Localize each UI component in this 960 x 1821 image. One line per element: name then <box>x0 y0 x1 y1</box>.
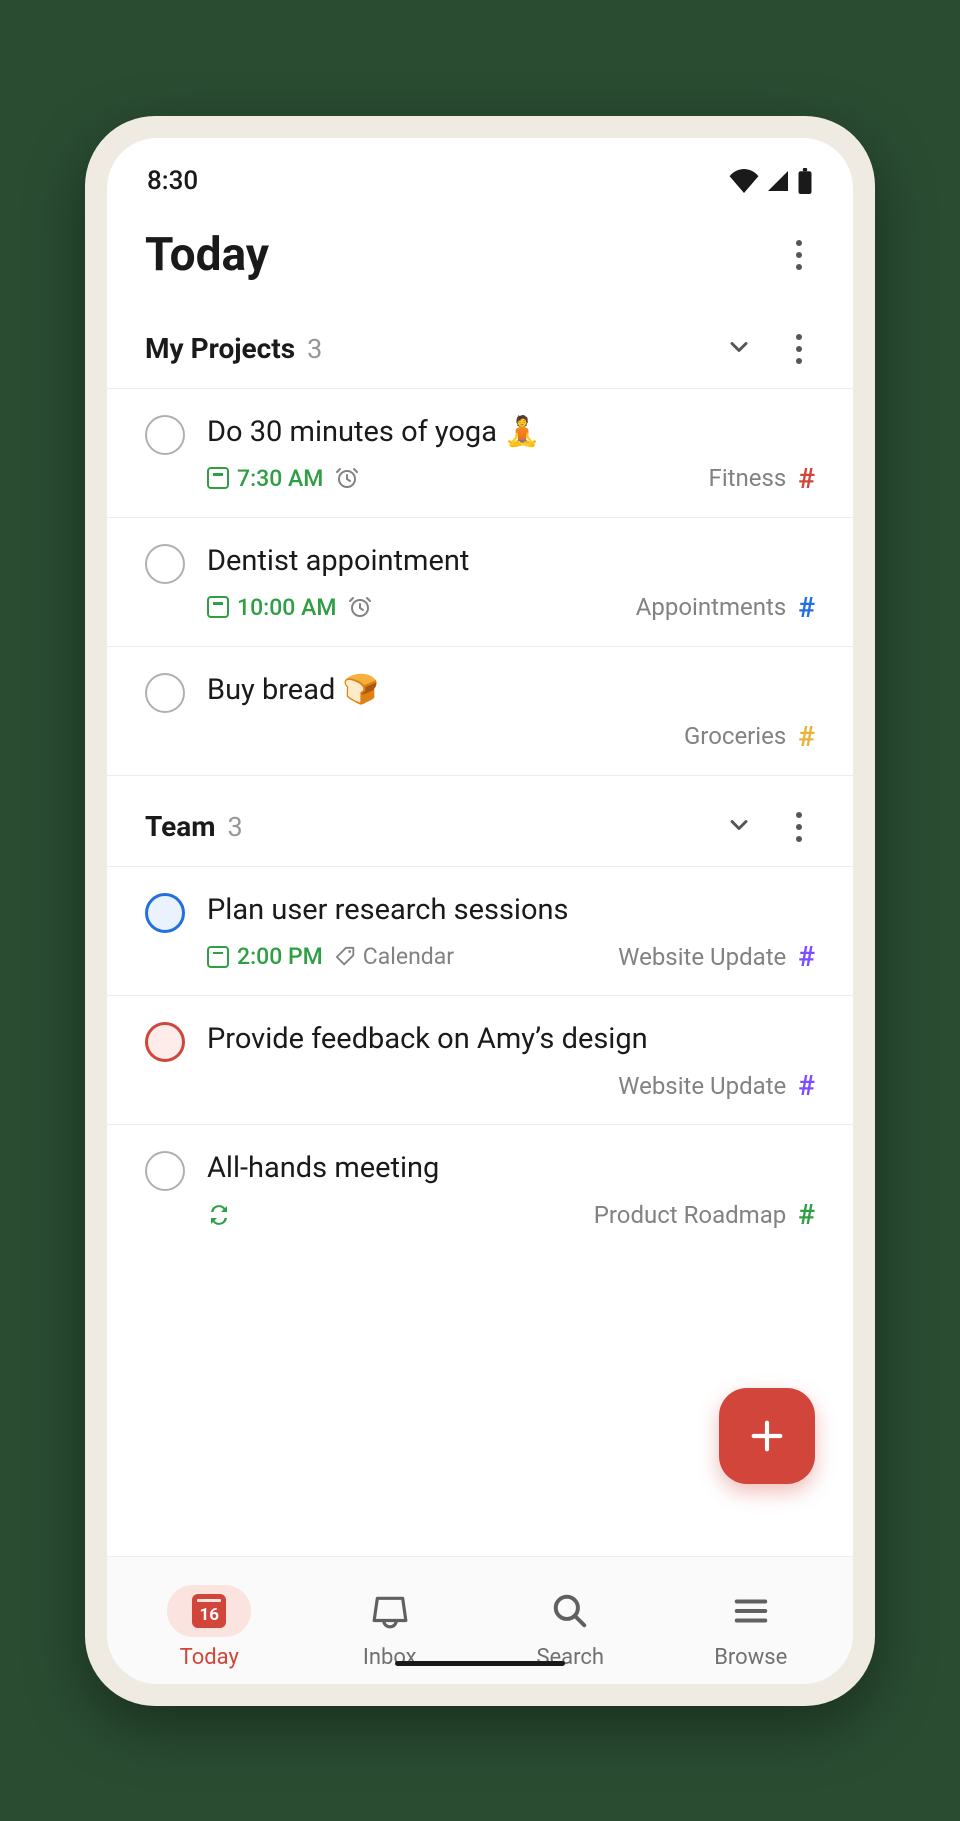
page-title: Today <box>145 228 269 282</box>
task-title: Do 30 minutes of yoga 🧘 <box>207 413 815 452</box>
task-meta: Product Roadmap # <box>207 1198 815 1231</box>
task-row[interactable]: Buy bread 🍞 Groceries # <box>107 647 853 775</box>
statusbar-icons <box>729 168 813 194</box>
task-due-time: 7:30 AM <box>207 465 323 492</box>
add-task-fab[interactable] <box>719 1388 815 1484</box>
task-project: Website Update <box>618 943 786 971</box>
home-indicator[interactable] <box>395 1661 565 1666</box>
nav-label: Browse <box>714 1645 787 1670</box>
task-title: Plan user research sessions <box>207 891 815 930</box>
task-meta: 2:00 PM Calendar Website Update # <box>207 940 815 973</box>
phone-frame: 8:30 Today My Projects 3 Do 30 minutes o… <box>85 116 875 1706</box>
task-project: Website Update <box>618 1072 786 1100</box>
signal-icon <box>765 169 791 193</box>
task-body: Dentist appointment 10:00 AM Appointment… <box>207 542 815 624</box>
hash-icon: # <box>798 1069 815 1102</box>
nav-label: Today <box>180 1645 239 1670</box>
hash-icon: # <box>798 720 815 753</box>
task-row[interactable]: All-hands meeting Product Roadmap # <box>107 1125 853 1253</box>
section-count: 3 <box>307 333 322 365</box>
task-body: Plan user research sessions 2:00 PM Cale… <box>207 891 815 973</box>
task-body: Provide feedback on Amy’s design Website… <box>207 1020 815 1102</box>
inbox-icon <box>371 1592 409 1630</box>
task-title: Buy bread 🍞 <box>207 671 815 710</box>
task-row[interactable]: Provide feedback on Amy’s design Website… <box>107 996 853 1125</box>
task-project: Groceries <box>684 722 786 750</box>
section-title: Team <box>145 810 215 843</box>
task-body: Buy bread 🍞 Groceries # <box>207 671 815 753</box>
nav-label: Inbox <box>363 1645 417 1670</box>
hash-icon: # <box>798 591 815 624</box>
task-body: Do 30 minutes of yoga 🧘 7:30 AM Fitness … <box>207 413 815 495</box>
alarm-icon <box>348 595 372 619</box>
nav-today[interactable]: 16 Today <box>119 1579 300 1676</box>
statusbar: 8:30 <box>107 138 853 206</box>
task-meta: Groceries # <box>207 720 815 753</box>
chevron-down-icon[interactable] <box>725 333 753 365</box>
task-meta: 10:00 AM Appointments # <box>207 591 815 624</box>
task-checkbox[interactable] <box>145 673 185 713</box>
task-checkbox[interactable] <box>145 1022 185 1062</box>
alarm-icon <box>335 466 359 490</box>
task-project: Product Roadmap <box>594 1201 787 1229</box>
section-more-button[interactable] <box>783 806 815 848</box>
task-checkbox[interactable] <box>145 1151 185 1191</box>
task-project: Fitness <box>709 464 787 492</box>
task-title: All-hands meeting <box>207 1149 815 1188</box>
tag-icon <box>335 946 357 968</box>
task-body: All-hands meeting Product Roadmap # <box>207 1149 815 1231</box>
section-header-my-projects[interactable]: My Projects 3 <box>107 310 853 389</box>
hash-icon: # <box>798 940 815 973</box>
task-list: My Projects 3 Do 30 minutes of yoga 🧘 7:… <box>107 310 853 1556</box>
header-more-button[interactable] <box>783 234 815 276</box>
task-checkbox[interactable] <box>145 415 185 455</box>
section-title: My Projects <box>145 332 295 365</box>
task-due-time: 10:00 AM <box>207 594 336 621</box>
task-row[interactable]: Do 30 minutes of yoga 🧘 7:30 AM Fitness … <box>107 389 853 518</box>
nav-label: Search <box>536 1645 604 1670</box>
chevron-down-icon[interactable] <box>725 811 753 843</box>
recurring-icon <box>207 1203 231 1227</box>
task-meta: 7:30 AM Fitness # <box>207 462 815 495</box>
hash-icon: # <box>798 1198 815 1231</box>
task-row[interactable]: Plan user research sessions 2:00 PM Cale… <box>107 867 853 996</box>
section-count: 3 <box>227 811 242 843</box>
hash-icon: # <box>798 462 815 495</box>
task-meta: Website Update # <box>207 1069 815 1102</box>
task-label: Calendar <box>335 943 454 970</box>
wifi-icon <box>729 169 759 193</box>
task-checkbox[interactable] <box>145 893 185 933</box>
task-checkbox[interactable] <box>145 544 185 584</box>
calendar-icon <box>207 467 229 489</box>
app-header: Today <box>107 206 853 310</box>
section-more-button[interactable] <box>783 328 815 370</box>
battery-icon <box>797 168 813 194</box>
section-header-team[interactable]: Team 3 <box>107 775 853 867</box>
task-title: Dentist appointment <box>207 542 815 581</box>
task-row[interactable]: Dentist appointment 10:00 AM Appointment… <box>107 518 853 647</box>
calendar-icon <box>207 596 229 618</box>
search-icon <box>551 1592 589 1630</box>
task-title: Provide feedback on Amy’s design <box>207 1020 815 1059</box>
today-icon: 16 <box>192 1594 226 1628</box>
nav-browse[interactable]: Browse <box>661 1579 842 1676</box>
task-project: Appointments <box>636 593 787 621</box>
task-due-time: 2:00 PM <box>207 943 323 970</box>
statusbar-time: 8:30 <box>147 166 198 196</box>
calendar-icon <box>207 946 229 968</box>
menu-icon <box>732 1592 770 1630</box>
plus-icon <box>747 1416 787 1456</box>
app-screen: 8:30 Today My Projects 3 Do 30 minutes o… <box>107 138 853 1684</box>
